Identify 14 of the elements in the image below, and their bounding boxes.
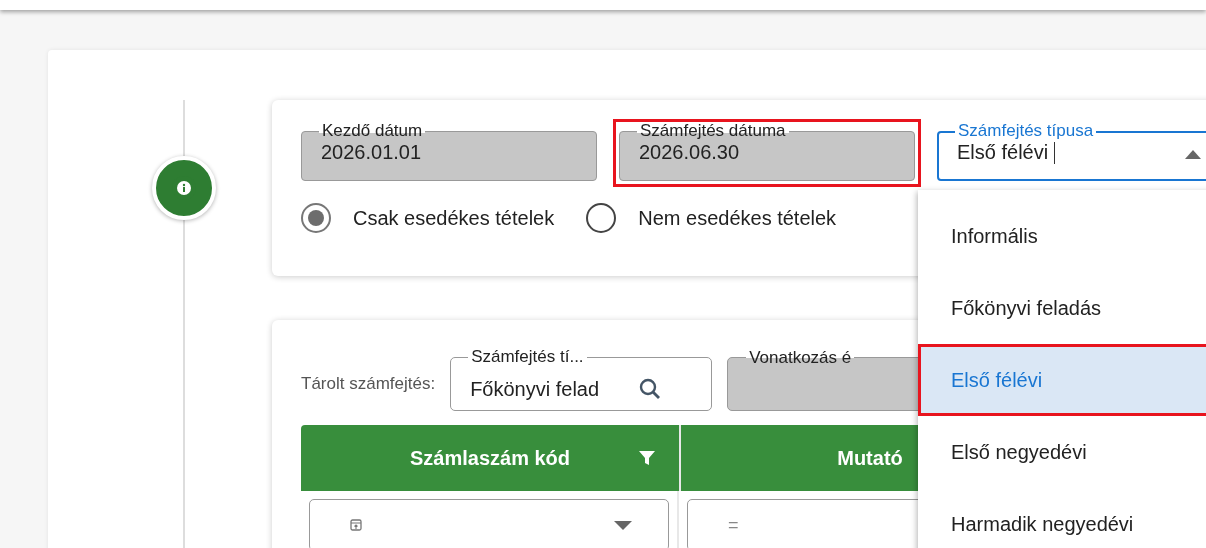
radio-icon[interactable] <box>301 203 331 233</box>
stored-label: Tárolt számfejtés: <box>301 374 436 394</box>
filter-icon[interactable] <box>639 450 655 466</box>
radio-option[interactable]: Csak esedékes tételek <box>301 203 555 233</box>
dropdown-option[interactable]: Első félévi <box>918 344 1206 416</box>
radio-option[interactable]: Nem esedékes tételek <box>586 203 837 233</box>
filter-field[interactable] <box>309 499 669 548</box>
caret-down-icon[interactable] <box>614 520 632 530</box>
filter-type-icon <box>350 519 362 531</box>
caret-up-icon <box>1185 150 1201 159</box>
dropdown-option[interactable]: Főkönyvi feladás <box>918 272 1206 344</box>
dropdown-option[interactable]: Informális <box>918 200 1206 272</box>
radio-icon[interactable] <box>586 203 617 233</box>
column-header[interactable]: Számlaszám kód <box>301 425 681 491</box>
